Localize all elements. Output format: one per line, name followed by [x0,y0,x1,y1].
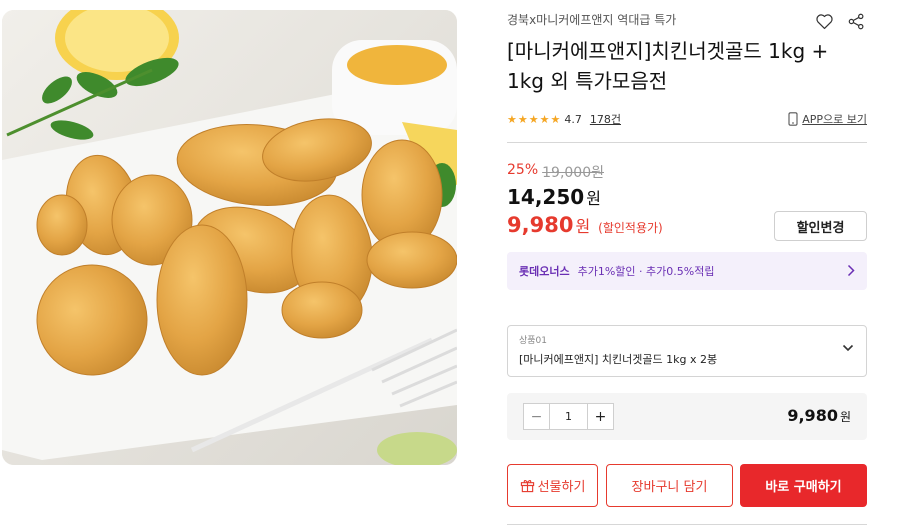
mobile-icon [788,112,798,126]
app-view-label: APP으로 보기 [802,113,867,126]
product-title: [마니커에프앤지]치킨너겟골드 1kg + 1kg 외 특가모음전 [507,39,829,93]
sale-price: 9,980 [507,213,574,237]
promo-label: 경북x마니커에프앤지 역대급 특가 [507,13,677,27]
card-name: 롯데오너스 [519,265,570,278]
star-icon: ★ [539,112,550,126]
purchase-actions: 선물하기 장바구니 담기 바로 구매하기 [507,464,867,507]
gift-button[interactable]: 선물하기 [507,464,598,507]
chevron-down-icon [842,344,854,352]
discount-change-button[interactable]: 할인변경 [774,211,867,241]
card-benefit: 추가1%할인 · 추가0.5%적립 [577,265,715,278]
rating-value: 4.7 [564,112,582,126]
quantity-minus-button[interactable]: − [524,404,550,429]
sale-note: (할인적용가) [598,221,663,235]
star-icon: ★ [507,112,517,126]
top-actions [813,10,867,32]
quantity-stepper: − + [523,403,614,430]
quantity-input[interactable] [550,404,587,429]
gift-icon [520,480,534,493]
review-count-link[interactable]: 178건 [590,111,621,127]
total-price: 9,980 [787,406,838,425]
divider [507,524,867,525]
product-image[interactable] [2,10,457,465]
quantity-total: 9,980 원 [787,406,851,425]
rating-row: ★ ★ ★ ★ ★ 4.7 178건 APP으로 보기 [507,110,867,128]
list-price-value: 14,250 [507,185,585,209]
divider [507,142,867,143]
product-info-panel: 경북x마니커에프앤지 역대급 특가 [마니커에프앤지]치킨너겟골드 1kg + … [507,0,867,530]
buy-now-button[interactable]: 바로 구매하기 [740,464,867,507]
original-price-row: 25% 19,000원 [507,162,604,182]
option-value: [마니커에프앤지] 치킨너겟골드 1kg x 2봉 [519,353,718,366]
total-price-unit: 원 [839,410,851,424]
add-to-cart-button[interactable]: 장바구니 담기 [606,464,733,507]
quantity-box: − + 9,980 원 [507,393,867,440]
list-price-unit: 원 [586,189,601,208]
chevron-right-icon [847,264,855,277]
share-icon[interactable] [845,10,867,32]
star-icon: ★ [528,112,539,126]
product-photo [2,10,457,465]
discount-rate: 25% [507,162,539,178]
app-view-link[interactable]: APP으로 보기 [788,111,867,127]
option-select[interactable]: 상품01 [마니커에프앤지] 치킨너겟골드 1kg x 2봉 [507,325,867,377]
option-label: 상품01 [519,336,548,346]
sale-price-row: 9,980 원 (할인적용가) [507,213,663,237]
original-price: 19,000원 [542,165,604,181]
star-rating: ★ ★ ★ ★ ★ [507,114,560,125]
list-price: 14,250 원 [507,185,601,209]
star-icon: ★ [517,112,528,126]
card-benefit-banner[interactable]: 롯데오너스 추가1%할인 · 추가0.5%적립 [507,252,867,290]
heart-icon[interactable] [813,10,835,32]
sale-price-unit: 원 [575,217,591,236]
quantity-plus-button[interactable]: + [587,404,613,429]
star-icon: ★ [550,112,561,126]
gift-label: 선물하기 [537,480,586,495]
